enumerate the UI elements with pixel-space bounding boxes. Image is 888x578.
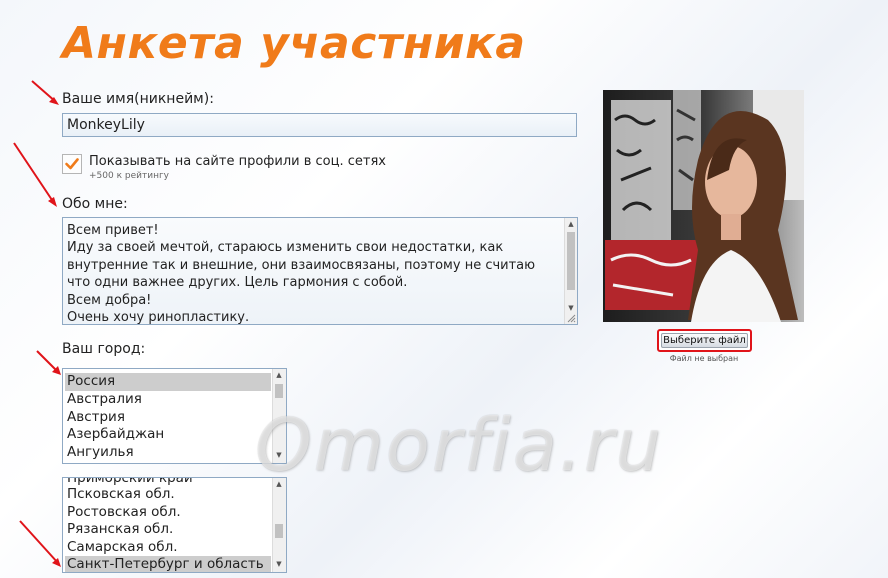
watermark-logo: Omorfia.ru [255, 403, 664, 487]
country-scrollbar[interactable]: ▲ ▼ [272, 369, 286, 463]
city-label: Ваш город: [62, 341, 146, 357]
about-label: Обо мне: [62, 196, 128, 212]
annotation-arrow-about [13, 142, 57, 207]
scroll-down-icon[interactable]: ▼ [273, 558, 285, 570]
scroll-up-icon[interactable]: ▲ [565, 218, 577, 230]
show-profiles-label: Показывать на сайте профили в соц. сетях [89, 154, 386, 169]
file-status-text: Файл не выбран [669, 354, 739, 363]
rating-bonus-text: +500 к рейтингу [89, 171, 170, 181]
scroll-thumb[interactable] [275, 384, 283, 398]
list-item-region[interactable]: Рязанская обл. [65, 521, 271, 539]
checkmark-icon [65, 158, 79, 170]
list-item-country[interactable]: Россия [65, 373, 271, 391]
list-item-region[interactable]: Псковская обл. [65, 486, 271, 504]
list-item-region[interactable]: Ростовская обл. [65, 504, 271, 522]
resize-grip-icon[interactable] [566, 313, 576, 323]
region-listbox[interactable]: Приморский край Псковская обл. Ростовска… [62, 477, 287, 573]
list-item-country[interactable]: Ангуилья [65, 444, 271, 462]
about-textarea[interactable]: Всем привет! Иду за своей мечтой, стараю… [62, 217, 578, 325]
about-scrollbar[interactable]: ▲ ▼ [564, 218, 577, 324]
scroll-up-icon[interactable]: ▲ [273, 369, 285, 381]
choose-file-label: Выберите файл [661, 333, 748, 348]
nickname-label: Ваше имя(никнейм): [62, 91, 214, 107]
nickname-input[interactable] [62, 113, 577, 137]
region-scrollbar[interactable]: ▲ ▼ [272, 478, 286, 572]
list-item-region[interactable]: Санкт-Петербург и область [65, 556, 271, 572]
profile-photo [603, 90, 804, 322]
scroll-up-icon[interactable]: ▲ [273, 478, 285, 490]
list-item-country[interactable]: Азербайджан [65, 426, 271, 444]
scroll-thumb[interactable] [567, 232, 575, 290]
choose-file-button[interactable]: Выберите файл [657, 329, 752, 352]
list-item-region[interactable]: Самарская обл. [65, 539, 271, 557]
list-item-country[interactable]: Австралия [65, 391, 271, 409]
scroll-down-icon[interactable]: ▼ [273, 449, 285, 461]
list-item-country[interactable]: Австрия [65, 409, 271, 427]
page-title: Анкета участника [62, 18, 526, 69]
annotation-arrow-nickname [31, 80, 59, 105]
annotation-arrow-region [19, 520, 61, 567]
annotation-arrow-city [36, 350, 61, 375]
show-profiles-checkbox[interactable] [62, 154, 82, 174]
about-text: Всем привет! Иду за своей мечтой, стараю… [67, 223, 536, 325]
country-listbox[interactable]: Россия Австралия Австрия Азербайджан Анг… [62, 368, 287, 464]
scroll-thumb[interactable] [275, 524, 283, 538]
